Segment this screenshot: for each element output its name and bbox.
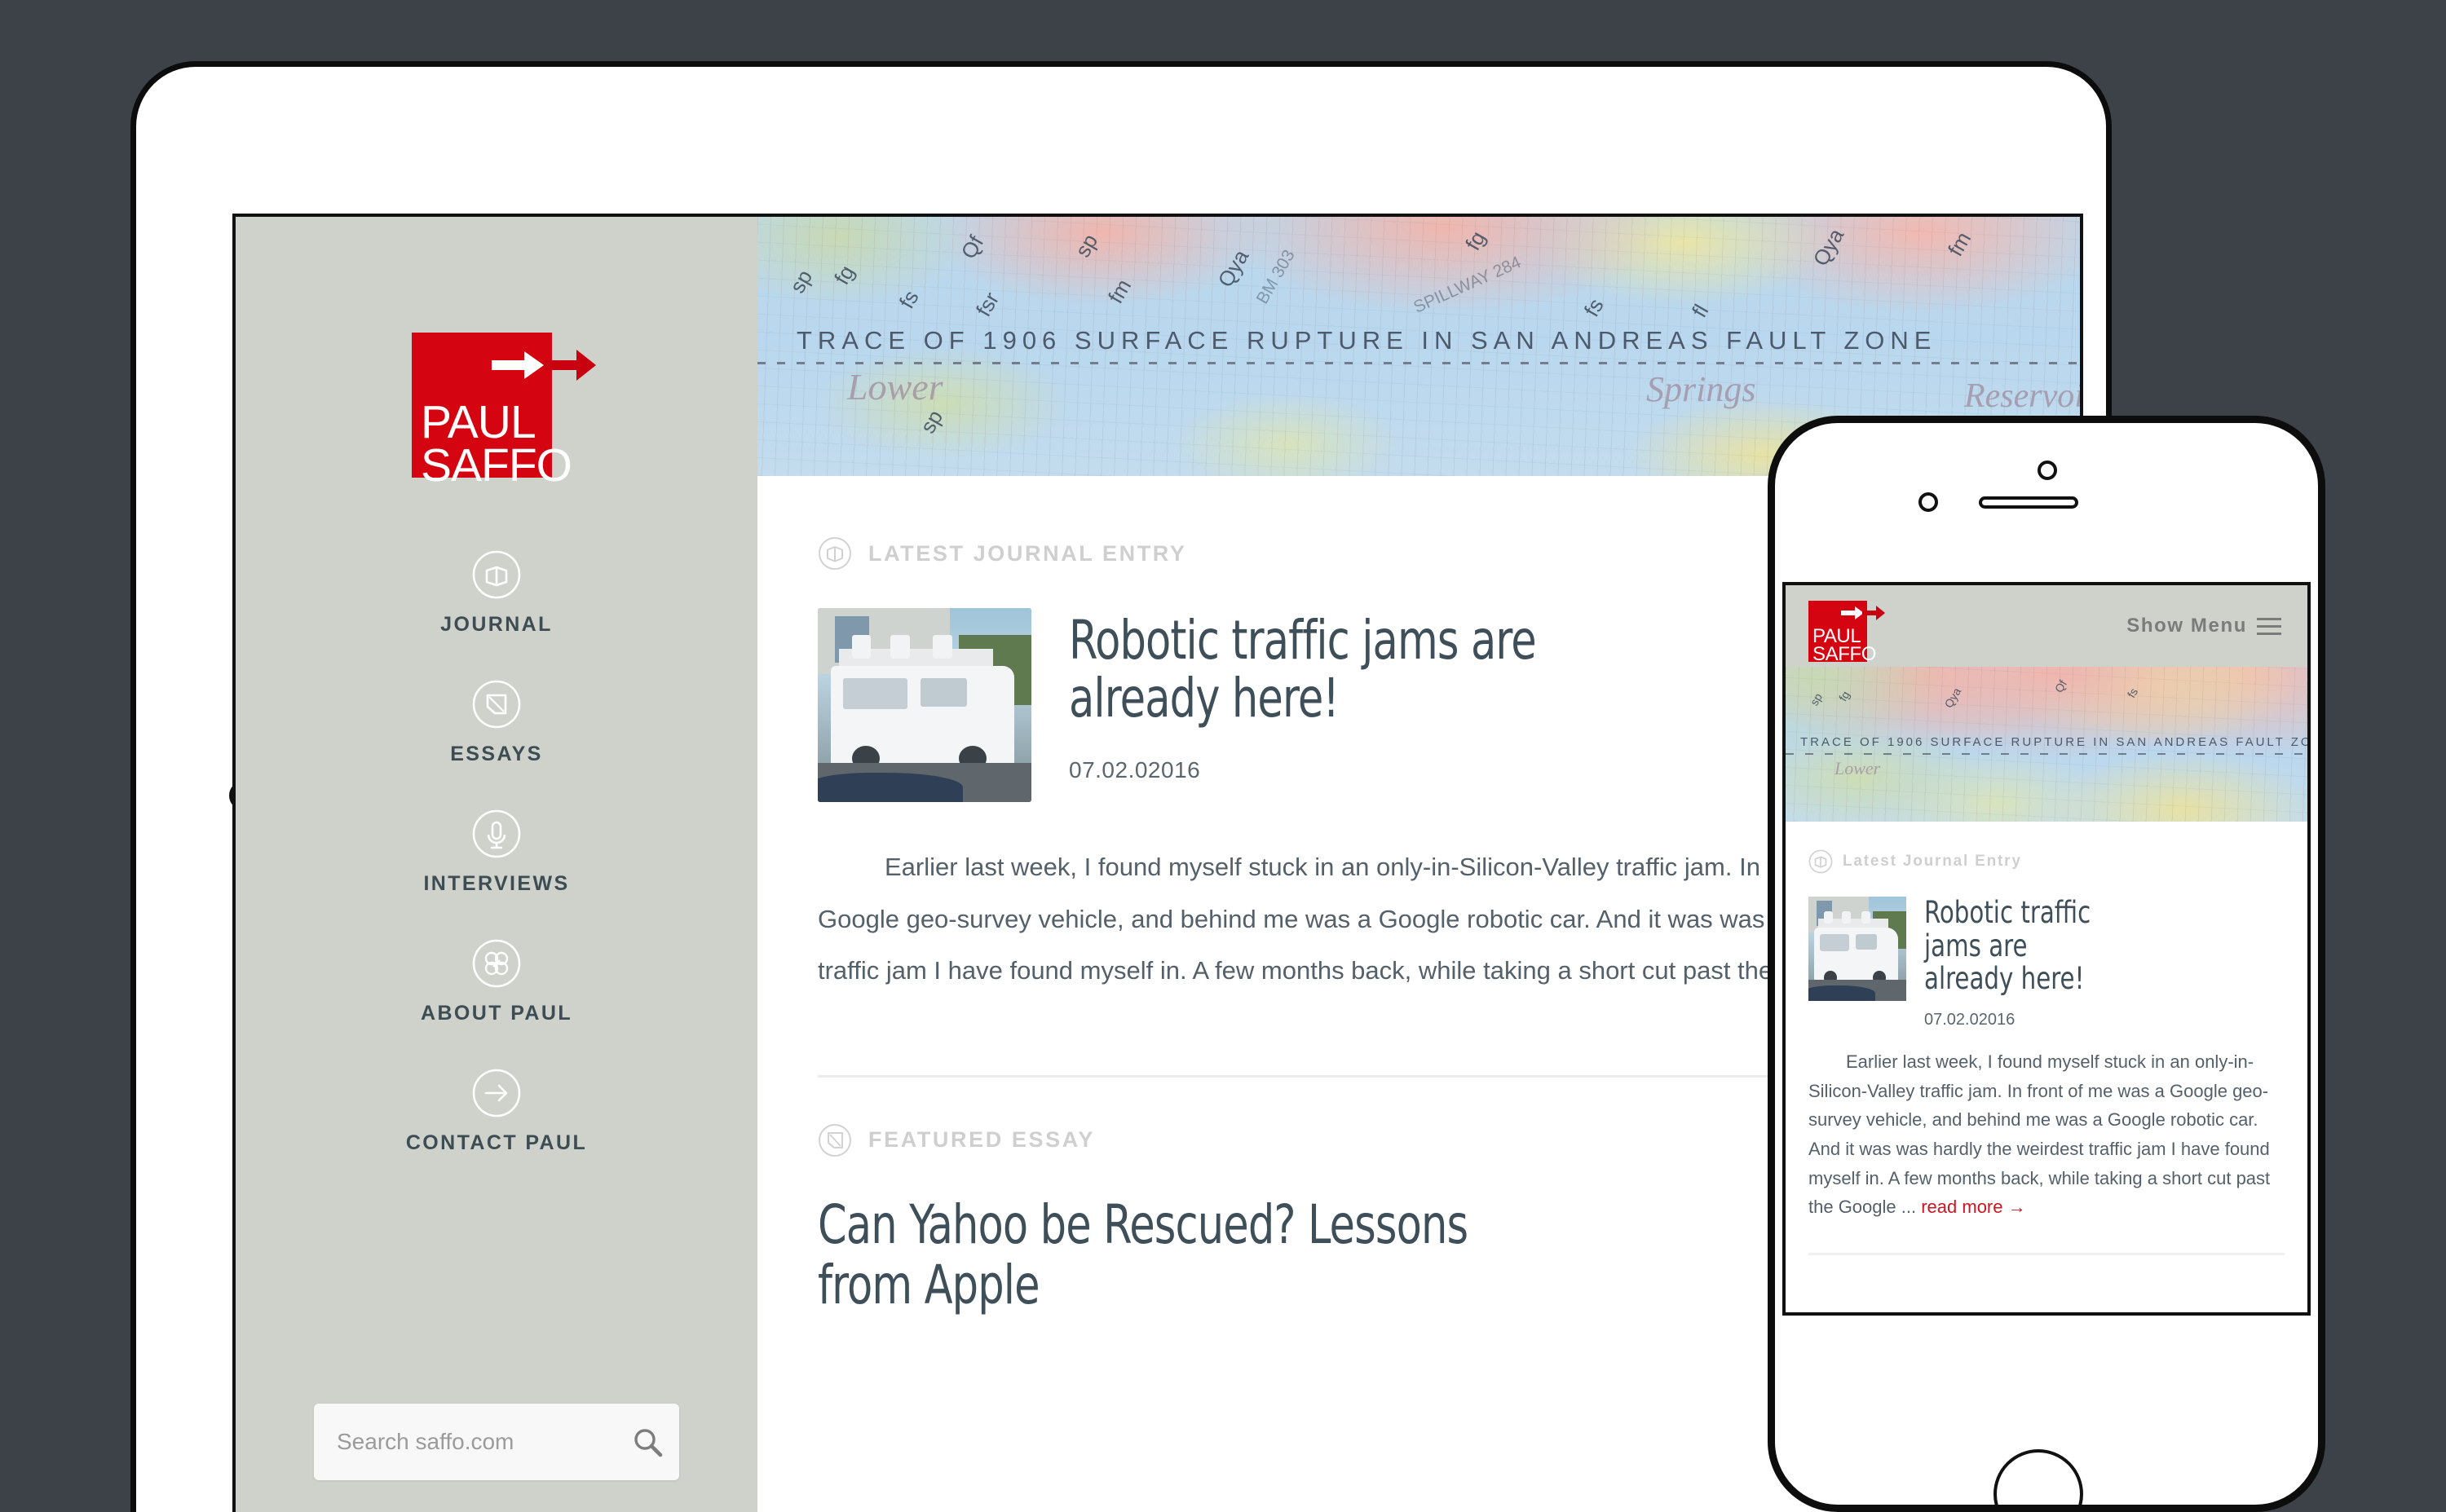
section-divider [1808, 1252, 2285, 1255]
sidebar-item-interviews[interactable]: Interviews [236, 809, 757, 896]
journal-entry-title-line3[interactable]: already here! [1924, 963, 2091, 996]
map-script-label-reservoir: Reservoir [1964, 377, 2080, 415]
thumb-van-camera [890, 635, 910, 659]
journal-entry-thumbnail[interactable] [1808, 897, 1906, 1001]
screenshot-stage: PAUL SAFFO Journal [0, 0, 2446, 1512]
search-input[interactable] [337, 1429, 631, 1455]
logo-wordmark: PAUL SAFFO [1812, 625, 1877, 666]
section-tag-label: Featured Essay [868, 1127, 1095, 1153]
show-menu-button[interactable]: Show Menu [2126, 613, 2281, 640]
fault-trace-dashed-line [757, 362, 2080, 364]
sidebar-item-label: About Paul [420, 1002, 573, 1025]
sidebar-nav: Journal Essays [236, 549, 757, 1155]
phone-hero-map-banner: TRACE OF 1906 SURFACE RUPTURE IN SAN AND… [1786, 667, 2307, 822]
phone-earpiece-speaker [1979, 496, 2078, 509]
phone-sensor-icon [2038, 461, 2057, 480]
sidebar-item-essays[interactable]: Essays [236, 679, 757, 766]
journal-entry-date: 07.02.02016 [1924, 1011, 2016, 1029]
page-icon [819, 1123, 851, 1157]
sidebar-item-label: Interviews [423, 872, 570, 895]
featured-essay-title-line2[interactable]: from Apple [818, 1254, 1843, 1316]
logo-arrow-red-icon [1862, 606, 1885, 620]
book-icon [819, 537, 851, 570]
journal-entry-body: Robotic traffic jams are already here! 0… [1924, 896, 2113, 1029]
featured-essay-title-line1[interactable]: Can Yahoo be Rescued? Lessons [818, 1194, 1843, 1255]
excerpt-text: Earlier last week, I found myself stuck … [1808, 1051, 2271, 1218]
book-icon [1808, 849, 1833, 874]
thumb-van-window [920, 677, 968, 708]
thumb-van-camera [1861, 910, 1870, 924]
search-icon[interactable] [631, 1426, 664, 1458]
logo-arrow-white-icon [492, 351, 544, 379]
book-icon [472, 550, 521, 599]
thumb-van-window [1855, 934, 1877, 950]
hamburger-icon[interactable] [2257, 613, 2281, 640]
show-menu-label: Show Menu [2126, 615, 2247, 637]
journal-entry: Robotic traffic jams are already here! 0… [1808, 896, 2285, 1029]
map-script-label-lower: Lower [847, 366, 943, 408]
sidebar-item-about-paul[interactable]: About Paul [236, 938, 757, 1025]
brain-icon [472, 939, 521, 988]
page-icon [472, 680, 521, 729]
map-script-label-springs: Springs [1646, 369, 1756, 409]
logo-arrow-red-icon [544, 350, 596, 381]
phone-screen: PAUL SAFFO Show Menu TRACE OF 1906 SURFA… [1782, 582, 2311, 1316]
thumb-van-window [843, 677, 908, 709]
phone-front-camera-icon [1918, 492, 1938, 512]
thumb-van-camera [1841, 910, 1851, 924]
section-tag-label: Latest Journal Entry [868, 540, 1187, 566]
sidebar-item-journal[interactable]: Journal [236, 549, 757, 637]
fault-trace-dashed-line [1786, 753, 2307, 755]
journal-entry-title-line1[interactable]: Robotic traffic [1924, 896, 2091, 930]
phone-home-button[interactable] [1993, 1449, 2083, 1505]
journal-entry-title-line2[interactable]: jams are [1924, 929, 2091, 963]
journal-entry-excerpt: Earlier last week, I found myself stuck … [1808, 1047, 2285, 1222]
site-logo[interactable]: PAUL SAFFO [412, 315, 596, 489]
sidebar-item-label: Essays [450, 743, 543, 765]
journal-entry-title-line1[interactable]: Robotic traffic jams are [1069, 611, 1878, 670]
phone-content-column: Latest Journal Entry Robotic traffic jam… [1786, 822, 2307, 1255]
fault-zone-label: TRACE OF 1906 SURFACE RUPTURE IN SAN AND… [797, 326, 1937, 355]
thumb-van-window [1820, 934, 1850, 951]
sidebar-item-label: Contact Paul [405, 1131, 588, 1154]
thumb-foreground-car [818, 773, 964, 802]
read-more-link[interactable]: read more → [1921, 1197, 2025, 1217]
microphone-icon [472, 809, 521, 858]
thumb-van-camera [1824, 910, 1833, 924]
phone-device-frame: PAUL SAFFO Show Menu TRACE OF 1906 SURFA… [1768, 416, 2325, 1512]
thumb-foreground-car [1808, 985, 1875, 1001]
logo-wordmark: PAUL SAFFO [421, 396, 572, 492]
logo-arrow-white-icon [1841, 606, 1864, 619]
search-box[interactable] [314, 1404, 679, 1480]
thumb-van-camera [933, 635, 953, 659]
phone-header: PAUL SAFFO Show Menu [1786, 585, 2307, 667]
section-tag-latest-journal: Latest Journal Entry [1808, 849, 2285, 874]
journal-entry-title-line2[interactable]: already here! [1069, 669, 1878, 728]
map-script-label-lower: Lower [1834, 758, 1881, 778]
arrow-right-circle-icon [472, 1069, 521, 1117]
section-tag-label: Latest Journal Entry [1843, 853, 2022, 870]
fault-zone-label: TRACE OF 1906 SURFACE RUPTURE IN SAN AND… [1800, 735, 2307, 749]
site-logo[interactable]: PAUL SAFFO [1808, 592, 1885, 664]
sidebar-item-label: Journal [440, 613, 553, 636]
sidebar: PAUL SAFFO Journal [236, 217, 757, 1512]
thumb-van-camera [851, 635, 872, 659]
journal-entry-thumbnail[interactable] [818, 608, 1031, 802]
sidebar-item-contact-paul[interactable]: Contact Paul [236, 1068, 757, 1155]
